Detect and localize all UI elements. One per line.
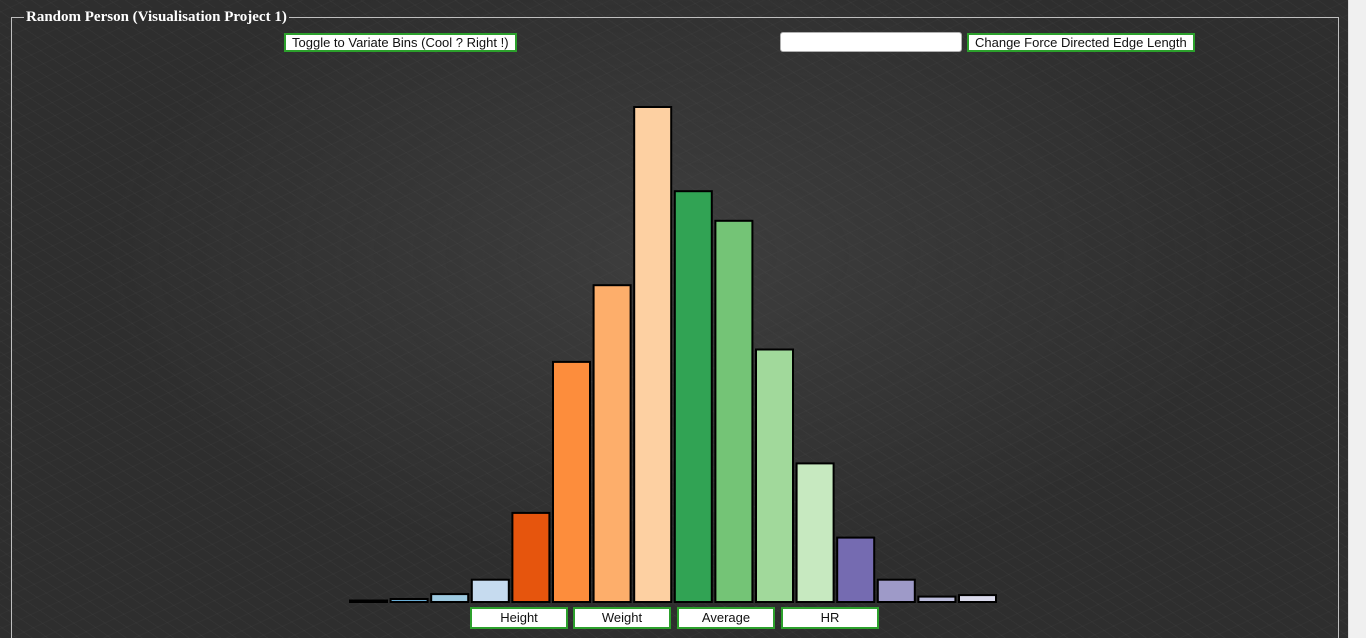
hr-button[interactable]: HR	[781, 607, 879, 629]
histogram-bar[interactable]	[552, 360, 591, 603]
histogram-bar[interactable]	[470, 578, 510, 604]
histogram-bar[interactable]	[876, 578, 916, 604]
histogram-bar[interactable]	[430, 593, 470, 603]
histogram-bar[interactable]	[349, 599, 388, 603]
histogram-bar[interactable]	[714, 219, 754, 604]
histogram-bar[interactable]	[755, 348, 794, 603]
weight-button[interactable]: Weight	[573, 607, 671, 629]
average-button[interactable]: Average	[677, 607, 775, 629]
histogram-bar[interactable]	[511, 511, 551, 604]
histogram-bar[interactable]	[633, 106, 673, 603]
vertical-scrollbar[interactable]	[1348, 0, 1366, 638]
histogram-bar[interactable]	[673, 190, 713, 603]
histogram-bar[interactable]	[795, 462, 835, 603]
histogram-bar[interactable]	[917, 595, 957, 603]
histogram-bar[interactable]	[958, 594, 997, 603]
histogram-bar[interactable]	[836, 536, 876, 603]
height-button[interactable]: Height	[470, 607, 568, 629]
histogram-bar[interactable]	[389, 598, 429, 603]
histogram-bar[interactable]	[592, 284, 632, 603]
histogram-chart	[349, 106, 997, 604]
